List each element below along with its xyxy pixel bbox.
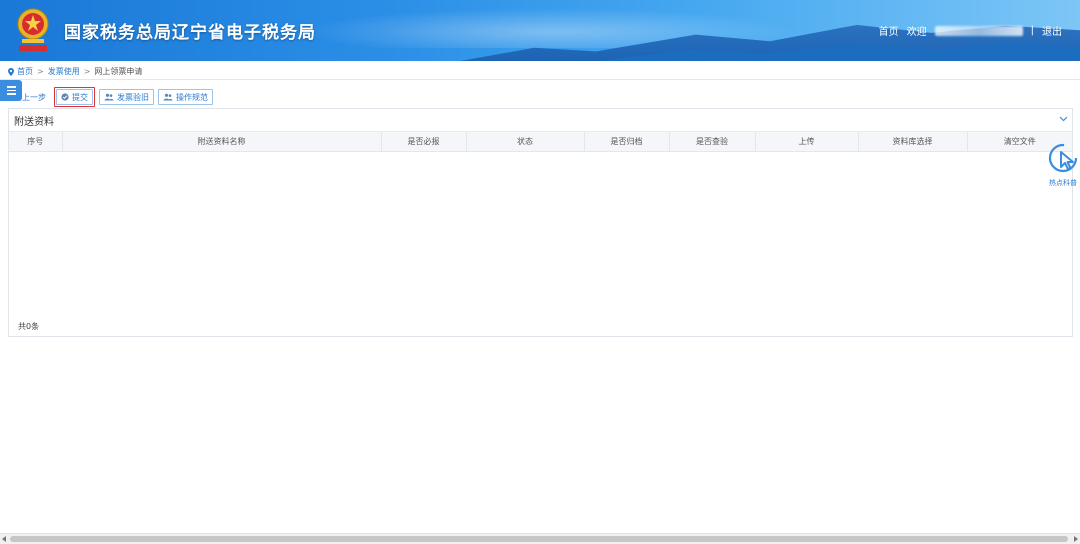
breadcrumb-current: 网上领票申请: [94, 67, 143, 76]
column-header: 资料库选择: [858, 132, 968, 152]
scroll-right-icon[interactable]: [1074, 536, 1078, 542]
user-nav: 首页 欢迎 | 退出: [871, 23, 1062, 38]
column-header: 是否归档: [584, 132, 670, 152]
chevron-down-icon[interactable]: [1059, 116, 1068, 122]
menu-icon-bar: [6, 93, 16, 95]
prev-step-button[interactable]: 上一步: [22, 89, 50, 105]
nav-separator: |: [1030, 25, 1034, 36]
invoice-vault-label: 发票验旧: [117, 92, 149, 102]
home-link[interactable]: 首页: [879, 23, 899, 38]
breadcrumb-divider: [0, 79, 1080, 80]
user-name-redacted: [934, 25, 1023, 36]
panel-title: 附送资料: [14, 116, 54, 128]
column-header: 状态: [466, 132, 585, 152]
attachments-panel: 附送资料 序号 附送资料名称 是否必报 状态 是否归档 是否查验 上传 资料库选…: [8, 108, 1073, 337]
scrollbar-thumb[interactable]: [10, 536, 1068, 542]
record-count: 共0条: [18, 322, 40, 331]
scroll-left-icon[interactable]: [2, 536, 6, 542]
operation-guide-label: 操作规范: [176, 92, 208, 102]
logout-link[interactable]: 退出: [1042, 23, 1062, 38]
column-header: 附送资料名称: [62, 132, 382, 152]
column-header: 是否查验: [669, 132, 756, 152]
table-header-row: 序号 附送资料名称 是否必报 状态 是否归档 是否查验 上传 资料库选择 清空文…: [9, 132, 1072, 152]
operation-guide-button[interactable]: 操作规范: [158, 89, 213, 105]
prev-step-label: 上一步: [22, 92, 46, 102]
users-icon: [104, 93, 114, 101]
column-header: 上传: [755, 132, 859, 152]
breadcrumb-separator: >: [37, 67, 44, 76]
submit-highlight-box: 提交: [54, 87, 95, 107]
cursor-click-icon: [1048, 143, 1078, 173]
horizontal-scrollbar[interactable]: [0, 533, 1080, 544]
column-header: 是否必报: [381, 132, 467, 152]
breadcrumb-home[interactable]: 首页: [17, 66, 33, 77]
welcome-text: 欢迎: [906, 27, 927, 38]
submit-button[interactable]: 提交: [56, 89, 93, 105]
attachments-table: 序号 附送资料名称 是否必报 状态 是否归档 是否查验 上传 资料库选择 清空文…: [9, 132, 1072, 152]
panel-header: 附送资料: [9, 109, 1072, 132]
breadcrumb: 首页 > 发票使用 > 网上领票申请: [8, 66, 142, 77]
toolbar: 上一步 提交 发票验旧 操作规范: [22, 87, 217, 107]
tax-emblem-icon: [17, 8, 49, 51]
hot-topics-label: 热点科普: [1049, 179, 1077, 187]
site-title: 国家税务总局辽宁省电子税务局: [64, 23, 316, 43]
menu-icon-bar: [6, 86, 16, 88]
side-menu-toggle[interactable]: [0, 80, 22, 101]
breadcrumb-invoice-use[interactable]: 发票使用: [48, 66, 80, 77]
invoice-vault-button[interactable]: 发票验旧: [99, 89, 154, 105]
submit-check-icon: [61, 93, 69, 101]
users-icon: [163, 93, 173, 101]
submit-label: 提交: [72, 92, 88, 102]
column-header: 序号: [9, 132, 63, 152]
site-header: 国家税务总局辽宁省电子税务局 首页 欢迎 | 退出: [0, 0, 1080, 61]
hot-topics-widget[interactable]: 热点科普: [1046, 142, 1080, 190]
location-pin-icon: [8, 67, 14, 76]
breadcrumb-separator: >: [83, 67, 91, 76]
menu-icon-bar: [6, 89, 16, 92]
